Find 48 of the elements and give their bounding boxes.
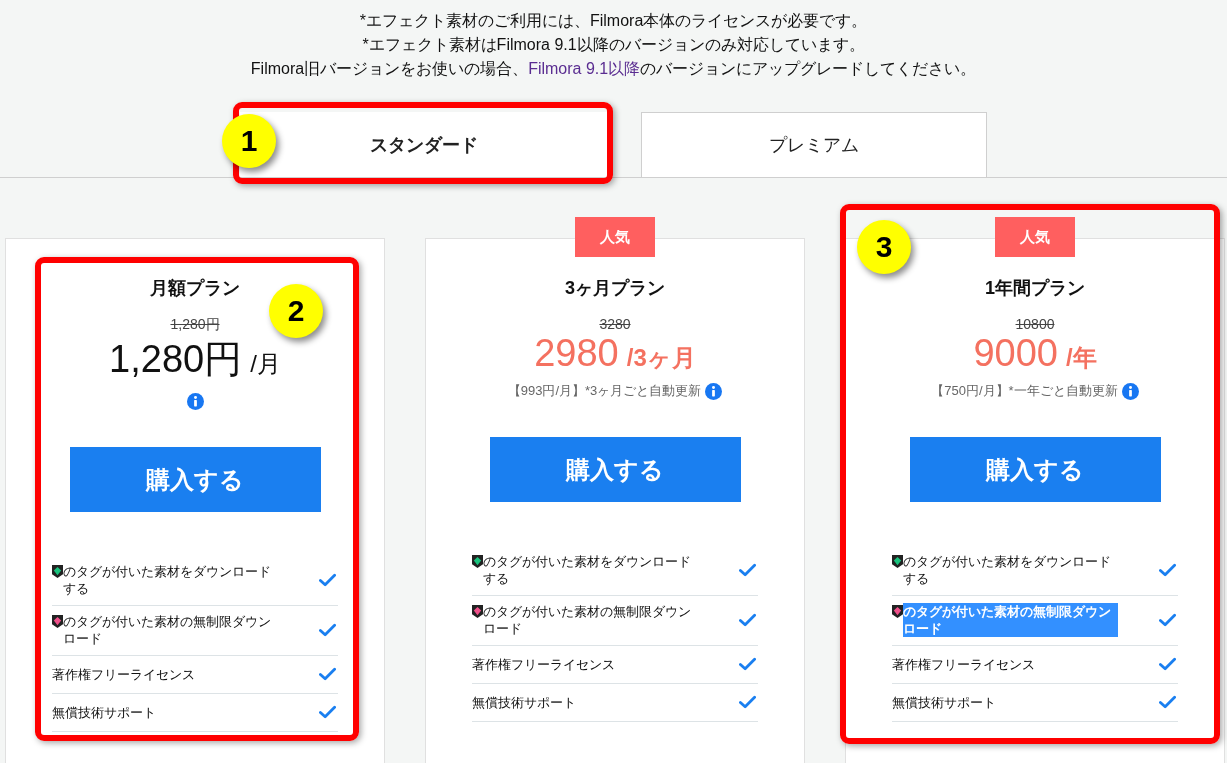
- feature-text: のタグが付いた素材をダウンロードする: [903, 553, 1112, 587]
- buy-button[interactable]: 購入する: [69, 447, 321, 512]
- original-price: 1,280円: [170, 316, 220, 334]
- price-unit: /3ヶ月: [626, 343, 696, 373]
- notice-text: *エフェクト素材のご利用には、Filmora本体のライセンスが必要です。: [358, 11, 869, 31]
- popular-badge: 人気: [995, 217, 1075, 257]
- notice-text: Filmora旧バージョンをお使いの場合、Filmora 9.1以降のバージョンにアップグレードしてください。: [249, 59, 978, 79]
- price-note: 【750円/月】*一年ごと自動更新: [931, 382, 1118, 400]
- buy-button[interactable]: 購入する: [909, 437, 1161, 502]
- feature-text: 著作権フリーライセンス: [472, 655, 615, 673]
- info-icon[interactable]: [705, 382, 723, 400]
- feature-text: 無償技術サポート: [892, 693, 996, 711]
- feature-text: のタグが付いた素材の無制限ダウンロード: [903, 603, 1118, 637]
- feature-text: 無償技術サポート: [472, 693, 576, 711]
- feature-text: 著作権フリーライセンス: [892, 655, 1035, 673]
- info-icon[interactable]: [186, 392, 204, 410]
- original-price: 3280: [599, 316, 631, 332]
- diamond-tag-icon: [472, 555, 483, 568]
- feature-text: のタグが付いた素材をダウンロードする: [63, 563, 272, 597]
- plan-tab[interactable]: プレミアム: [641, 112, 987, 177]
- step-number: 1: [222, 114, 276, 168]
- feature-text: 著作権フリーライセンス: [52, 665, 195, 683]
- plan-title: 3ヶ月プラン: [565, 277, 665, 300]
- price: 1,280円: [109, 337, 243, 382]
- plan-title: 1年間プラン: [985, 277, 1085, 300]
- feature-text: のタグが付いた素材の無制限ダウンロード: [63, 613, 272, 647]
- diamond-tag-icon: [892, 605, 903, 618]
- diamond-tag-icon: [892, 555, 903, 568]
- upgrade-link[interactable]: Filmora 9.1以降: [528, 60, 641, 77]
- feature-text: 無償技術サポート: [52, 703, 156, 721]
- price-note: 【993円/月】*3ヶ月ごと自動更新: [507, 382, 702, 400]
- price-unit: /月: [250, 349, 281, 379]
- step-number: 2: [269, 284, 323, 338]
- diamond-tag-icon: [52, 615, 63, 628]
- original-price: 10800: [1015, 316, 1055, 332]
- step-number: 3: [857, 220, 911, 274]
- feature-text: のタグが付いた素材をダウンロードする: [483, 553, 692, 587]
- buy-button[interactable]: 購入する: [489, 437, 741, 502]
- plan-title: 月額プラン: [150, 277, 240, 300]
- price-unit: /年: [1065, 343, 1097, 373]
- notice-text: *エフェクト素材はFilmora 9.1以降のバージョンのみ対応しています。: [361, 35, 866, 55]
- info-icon[interactable]: [1121, 382, 1139, 400]
- diamond-tag-icon: [472, 605, 483, 618]
- popular-badge: 人気: [575, 217, 655, 257]
- price: 2980: [534, 332, 619, 375]
- feature-text: のタグが付いた素材の無制限ダウンロード: [483, 603, 692, 637]
- price: 9000: [973, 332, 1058, 375]
- diamond-tag-icon: [52, 565, 63, 578]
